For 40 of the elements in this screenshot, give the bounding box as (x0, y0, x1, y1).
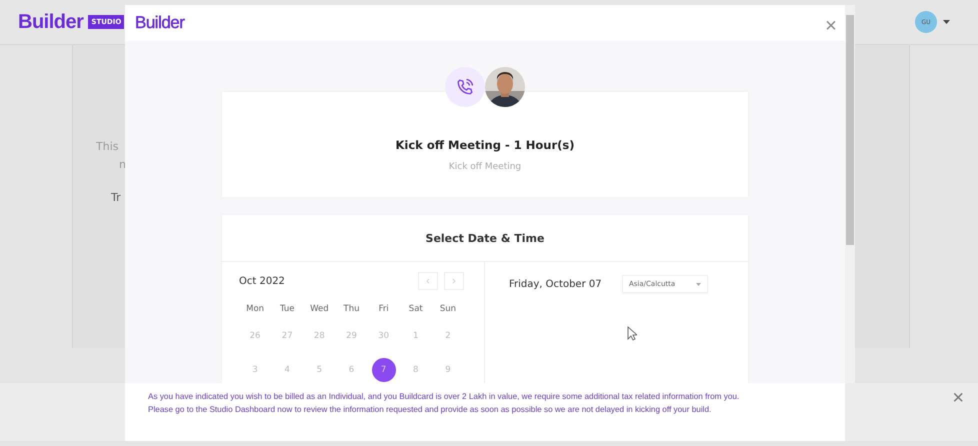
calendar-day[interactable]: 29 (339, 324, 364, 348)
weekday-label: Sun (440, 304, 456, 314)
section-title: Select Date & Time (426, 232, 544, 244)
card-text: Tr (111, 191, 121, 204)
month-label: Oct 2022 (239, 276, 285, 286)
calendar-day[interactable]: 2 (436, 324, 460, 348)
calendar-day[interactable]: 4 (275, 358, 300, 382)
calendar-day[interactable]: 30 (372, 324, 396, 348)
caret-icon (696, 282, 701, 286)
logo: Builder (135, 13, 184, 33)
cursor-icon (627, 326, 637, 341)
calendar-day[interactable]: 7 (372, 358, 396, 382)
calendar-day[interactable]: 5 (307, 358, 332, 382)
calendar-day[interactable]: 1 (404, 324, 428, 348)
close-button[interactable]: × (948, 387, 968, 410)
calendar-day[interactable]: 26 (243, 324, 268, 348)
weekday-label: Wed (310, 304, 329, 314)
calendar-day[interactable]: 3 (243, 358, 268, 382)
selected-date: Friday, October 07 (509, 278, 602, 290)
card-text: This (96, 140, 118, 153)
calendar-day[interactable]: 6 (339, 358, 364, 382)
meeting-title: Kick off Meeting - 1 Hour(s) (396, 138, 574, 152)
phone-icon (445, 67, 485, 107)
weekday-label: Fri (378, 304, 389, 314)
weekday-label: Sat (408, 304, 423, 314)
calendar-day[interactable]: 27 (275, 324, 300, 348)
logo[interactable]: Builder (18, 10, 84, 34)
card-text: n (119, 158, 126, 171)
meeting-subtitle: Kick off Meeting (448, 162, 522, 172)
calendar-day[interactable]: 28 (307, 324, 332, 348)
weekday-label: Mon (246, 304, 264, 314)
banner-message: As you have indicated you wish to be billed as an Individual, and you Buildcard is over 2 Lakh in value, we require some additional tax related information from you. Please go to the Studio Dashboard now to review the information requested and provide as soon as possible so we are not delayed in kicking off your build. (125, 383, 845, 441)
previous-month-button[interactable]: ‹ (418, 272, 438, 290)
weekday-label: Thu (344, 304, 360, 314)
next-month-button[interactable]: › (444, 272, 464, 290)
caret-icon[interactable] (943, 20, 950, 24)
weekday-label: Tue (280, 304, 294, 314)
calendar-day[interactable]: 8 (404, 358, 428, 382)
scrollbar[interactable] (845, 5, 855, 385)
calendar-day[interactable]: 9 (436, 358, 460, 382)
